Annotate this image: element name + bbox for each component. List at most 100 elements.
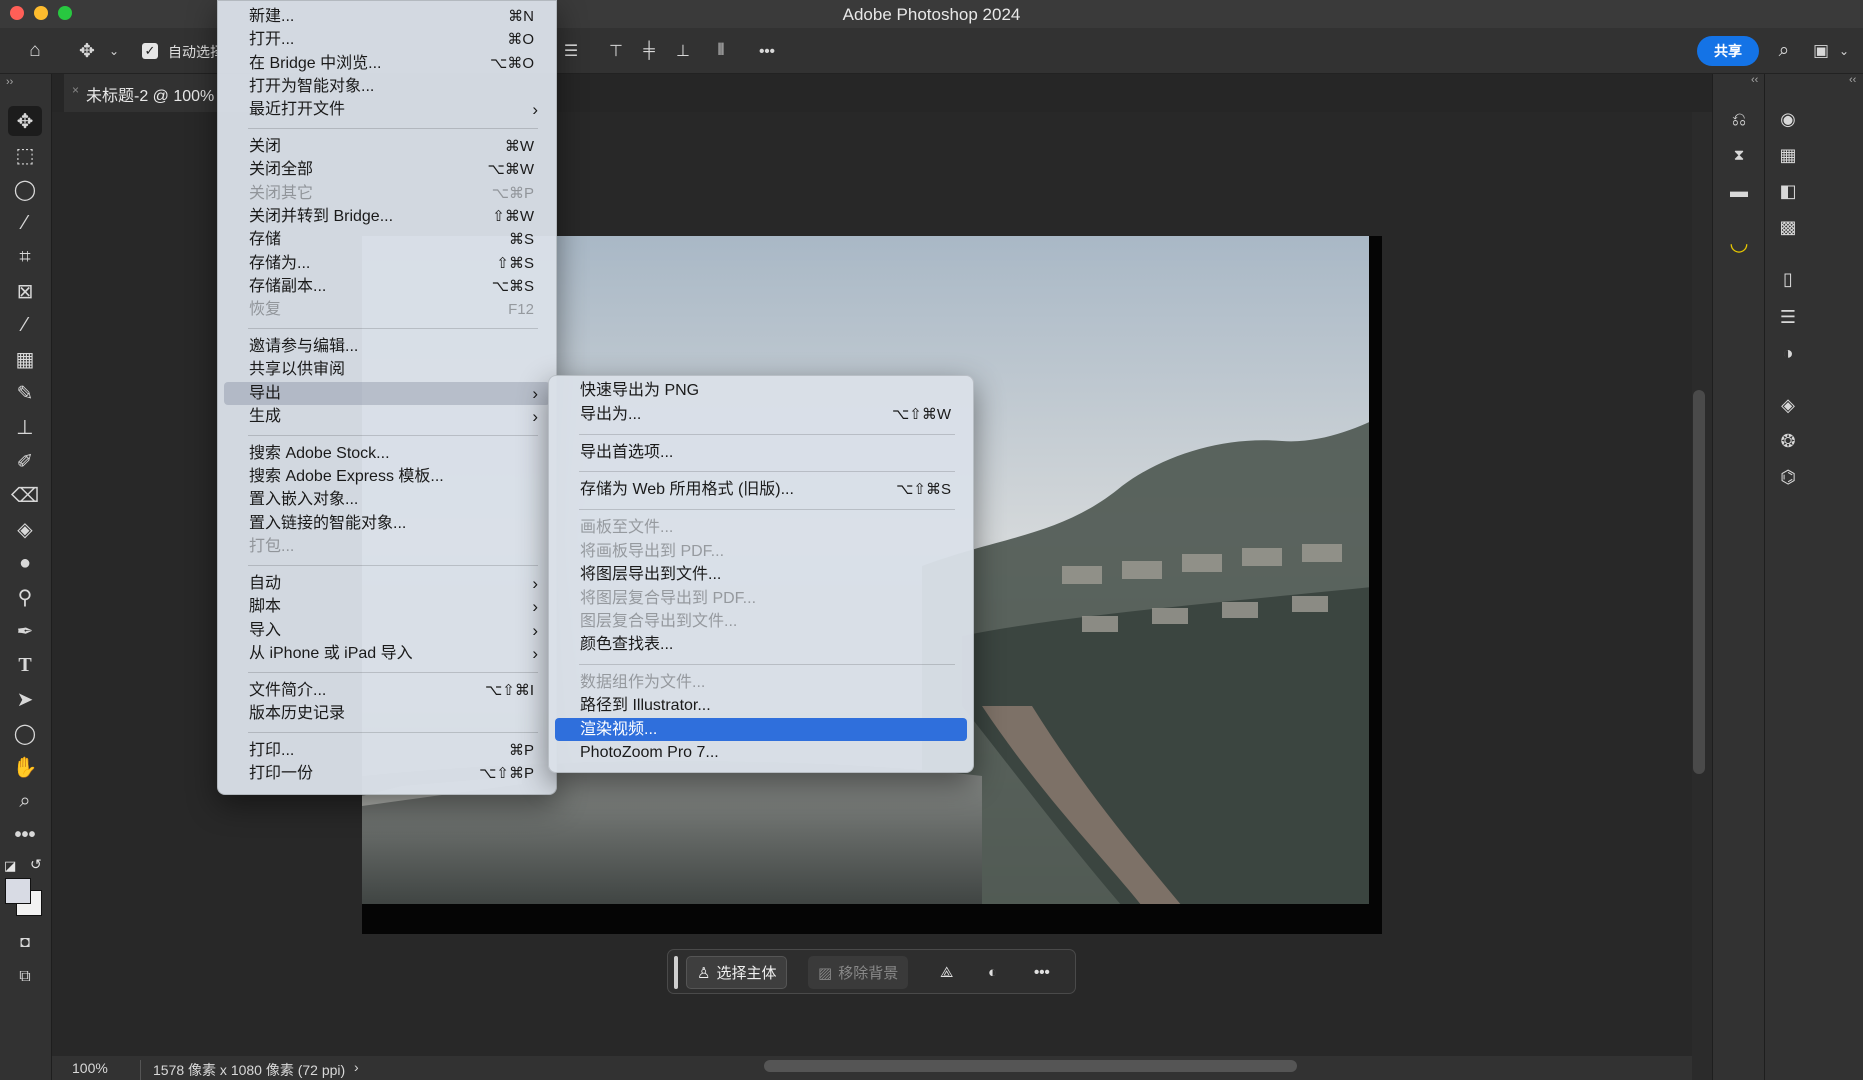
path-selection-tool[interactable]: ➤ — [8, 684, 42, 714]
file-menu-item[interactable]: 存储为... ⇧⌘S — [224, 252, 550, 275]
dodge-tool[interactable]: ⚲ — [8, 582, 42, 612]
file-menu-item[interactable]: 关闭并转到 Bridge... ⇧⌘W — [224, 205, 550, 228]
file-menu-item[interactable]: 置入嵌入对象... — [224, 488, 550, 511]
zoom-tool[interactable]: ⌕ — [8, 786, 42, 816]
file-menu-item[interactable]: 打开为智能对象... — [224, 75, 550, 98]
file-menu-item[interactable]: 关闭 ⌘W — [224, 135, 550, 158]
more-options-icon[interactable]: ••• — [752, 36, 782, 66]
paths-panel-icon[interactable]: ⌬ — [1773, 464, 1803, 490]
swap-colors-icon[interactable]: ↺ — [30, 856, 42, 873]
export-menu-item[interactable]: 渲染视频... — [555, 718, 967, 741]
comments-panel-icon[interactable]: ▬ — [1724, 178, 1754, 204]
file-menu-item[interactable]: 在 Bridge 中浏览... ⌥⌘O — [224, 52, 550, 75]
history-panel-icon[interactable]: ⎌ — [1724, 106, 1754, 132]
gradients-panel-icon[interactable]: ◧ — [1773, 178, 1803, 204]
magic-wand-tool[interactable]: ⁄ — [8, 208, 42, 238]
file-menu-item[interactable]: 置入链接的智能对象... — [224, 512, 550, 535]
zoom-level[interactable]: 100% — [72, 1060, 108, 1076]
crop-tool[interactable]: ⌗ — [8, 242, 42, 272]
file-menu-item[interactable]: 导入 › — [224, 619, 550, 642]
pen-tool[interactable]: ✒ — [8, 616, 42, 646]
eraser-tool[interactable]: ⌫ — [8, 480, 42, 510]
properties-panel-icon[interactable]: ▯ — [1773, 266, 1803, 292]
export-menu-item[interactable]: 颜色查找表... — [555, 633, 967, 656]
workspace-icon[interactable]: ▣ — [1806, 36, 1836, 66]
move-tool-icon[interactable]: ✥ — [72, 36, 102, 66]
patterns-panel-icon[interactable]: ▩ — [1773, 214, 1803, 240]
collapse-panel-icon[interactable]: ›› — [6, 76, 13, 88]
file-menu-item[interactable]: 搜索 Adobe Express 模板... — [224, 465, 550, 488]
distribute-icon[interactable]: ⫴ — [706, 36, 736, 66]
more-tools[interactable]: ••• — [8, 820, 42, 850]
close-tab-icon[interactable]: × — [72, 83, 79, 97]
export-menu-item[interactable]: 路径到 Illustrator... — [555, 694, 967, 717]
file-menu-item[interactable]: 最近打开文件 › — [224, 98, 550, 121]
align-vcenter-icon[interactable]: ╪ — [634, 36, 664, 66]
align-icon[interactable]: ☰ — [556, 36, 586, 66]
export-menu-item[interactable]: 导出首选项... — [555, 441, 967, 464]
ellipse-tool[interactable]: ◯ — [8, 718, 42, 748]
healing-tool[interactable]: ▦ — [8, 344, 42, 374]
file-menu-item[interactable]: 自动 › — [224, 572, 550, 595]
collapse-dock-icon[interactable]: ‹‹ — [1751, 74, 1758, 86]
align-bottom-icon[interactable]: ⊥ — [668, 36, 698, 66]
hand-tool[interactable]: ✋ — [8, 752, 42, 782]
blur-tool[interactable]: ● — [8, 548, 42, 578]
workspace-chevron-icon[interactable]: ⌄ — [1834, 36, 1854, 66]
export-menu-item[interactable]: 导出为... ⌥⇧⌘W — [555, 403, 967, 426]
search-icon[interactable]: ⌕ — [1769, 36, 1799, 66]
transform-button[interactable]: ⟁ — [930, 956, 963, 989]
collapse-dock2-icon[interactable]: ‹‹ — [1849, 74, 1856, 86]
file-menu-item[interactable]: 存储 ⌘S — [224, 228, 550, 251]
export-menu-item[interactable]: 将图层导出到文件... — [555, 563, 967, 586]
file-menu-item[interactable]: 搜索 Adobe Stock... — [224, 442, 550, 465]
file-menu-item[interactable]: 存储副本... ⌥⌘S — [224, 275, 550, 298]
history-brush-tool[interactable]: ✐ — [8, 446, 42, 476]
color-panel-icon[interactable]: ◉ — [1773, 106, 1803, 132]
chevron-down-icon[interactable]: ⌄ — [104, 36, 124, 66]
drag-handle[interactable] — [674, 956, 678, 989]
layers-panel-icon[interactable]: ◈ — [1773, 392, 1803, 418]
foreground-color-swatch[interactable] — [5, 878, 31, 904]
file-menu-item[interactable]: 导出 › — [224, 382, 550, 405]
brush-tool[interactable]: ✎ — [8, 378, 42, 408]
lasso-tool[interactable]: ◯ — [8, 174, 42, 204]
stamp-tool[interactable]: ⊥ — [8, 412, 42, 442]
adjust-button[interactable]: ◐ — [978, 956, 1007, 989]
file-menu-item[interactable]: 打开... ⌘O — [224, 28, 550, 51]
file-menu-item[interactable]: 文件简介... ⌥⇧⌘I — [224, 679, 550, 702]
move-tool[interactable]: ✥ — [8, 106, 42, 136]
file-menu-item[interactable]: 邀请参与编辑... — [224, 335, 550, 358]
status-info-chevron-icon[interactable]: › — [354, 1059, 359, 1075]
channels-panel-icon[interactable]: ❂ — [1773, 428, 1803, 454]
default-colors-icon[interactable]: ◪ — [4, 858, 16, 874]
smile-plugin-icon[interactable]: ◡ — [1724, 230, 1754, 256]
plugins-panel-icon[interactable]: ⧗ — [1724, 142, 1754, 168]
share-button[interactable]: 共享 — [1697, 36, 1759, 66]
file-menu-item[interactable]: 生成 › — [224, 405, 550, 428]
more-button[interactable]: ••• — [1024, 956, 1060, 989]
align-top-icon[interactable]: ⊤ — [601, 36, 631, 66]
export-menu-item[interactable]: 存储为 Web 所用格式 (旧版)... ⌥⇧⌘S — [555, 478, 967, 501]
marquee-tool[interactable]: ⬚ — [8, 140, 42, 170]
file-menu-item[interactable]: 版本历史记录 — [224, 702, 550, 725]
remove-background-button[interactable]: ▨ 移除背景 — [808, 956, 909, 989]
file-menu-item[interactable]: 打印... ⌘P — [224, 739, 550, 762]
file-menu-item[interactable]: 从 iPhone 或 iPad 导入 › — [224, 642, 550, 665]
swatches-panel-icon[interactable]: ▦ — [1773, 142, 1803, 168]
adjustments-panel-icon[interactable]: ☰ — [1773, 304, 1803, 330]
paint-bucket-tool[interactable]: ◈ — [8, 514, 42, 544]
home-icon[interactable]: ⌂ — [20, 36, 50, 66]
libraries-panel-icon[interactable]: ◑ — [1773, 340, 1803, 366]
eyedropper-tool[interactable]: ⁄ — [8, 310, 42, 340]
vertical-scrollbar[interactable] — [1693, 390, 1705, 774]
export-menu-item[interactable]: 快速导出为 PNG — [555, 379, 967, 402]
file-menu-item[interactable]: 脚本 › — [224, 595, 550, 618]
file-menu-item[interactable]: 新建... ⌘N — [224, 5, 550, 28]
file-menu-item[interactable]: 共享以供审阅 — [224, 358, 550, 381]
file-menu-item[interactable]: 打印一份 ⌥⇧⌘P — [224, 762, 550, 785]
horizontal-scrollbar[interactable] — [764, 1060, 1297, 1072]
screen-mode-button[interactable]: ⧉ — [8, 962, 42, 992]
auto-select-checkbox[interactable]: ✓ — [142, 43, 158, 59]
file-menu-item[interactable]: 关闭全部 ⌥⌘W — [224, 158, 550, 181]
